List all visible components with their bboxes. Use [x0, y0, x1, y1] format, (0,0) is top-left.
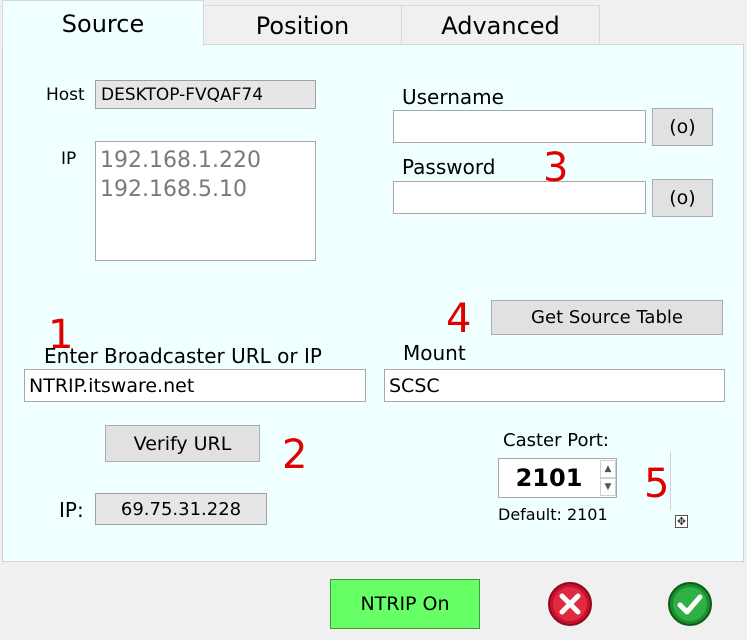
password-reveal-button[interactable]: (o)	[652, 179, 713, 217]
caster-port-value[interactable]: 2101	[499, 459, 599, 497]
cancel-icon[interactable]	[547, 581, 593, 627]
mount-field[interactable]: SCSC	[384, 369, 725, 402]
get-source-table-button[interactable]: Get Source Table	[491, 300, 723, 335]
username-label: Username	[402, 85, 504, 109]
annotation-4: 4	[446, 296, 472, 342]
tab-position[interactable]: Position	[203, 5, 402, 46]
resolved-ip-label: IP:	[59, 498, 84, 522]
verify-url-button[interactable]: Verify URL	[105, 425, 260, 462]
broadcaster-url-field[interactable]: NTRIP.itsware.net	[24, 369, 366, 402]
tab-advanced-label: Advanced	[441, 12, 560, 40]
caster-port-label: Caster Port:	[503, 430, 609, 451]
tab-position-label: Position	[255, 12, 350, 40]
annotation-1: 1	[48, 312, 74, 358]
ip-list[interactable]: 192.168.1.220 192.168.5.10	[95, 141, 316, 261]
ip-list-item[interactable]: 192.168.1.220	[100, 146, 315, 175]
ntrip-on-button[interactable]: NTRIP On	[330, 579, 480, 629]
password-field[interactable]	[393, 181, 646, 214]
caster-port-stepper[interactable]: 2101 ▲ ▼	[498, 458, 617, 498]
username-field[interactable]	[393, 110, 646, 143]
annotation-2: 2	[282, 432, 308, 478]
caster-port-down-icon[interactable]: ▼	[600, 478, 616, 496]
username-reveal-button[interactable]: (o)	[652, 108, 713, 146]
resolved-ip-field: 69.75.31.228	[95, 493, 267, 525]
password-label: Password	[402, 155, 496, 179]
caster-port-up-icon[interactable]: ▲	[600, 460, 616, 478]
tab-source[interactable]: Source	[2, 0, 204, 46]
annotation-3: 3	[543, 145, 569, 191]
ip-label: IP	[61, 149, 77, 169]
tab-advanced[interactable]: Advanced	[401, 5, 600, 46]
broadcaster-url-label: Enter Broadcaster URL or IP	[44, 344, 322, 368]
annotation-5: 5	[644, 461, 670, 507]
host-field: DESKTOP-FVQAF74	[95, 80, 316, 109]
mount-label: Mount	[403, 341, 466, 365]
move-handle-icon[interactable]: ✥	[675, 515, 688, 528]
check-icon[interactable]	[667, 581, 713, 627]
ip-list-item[interactable]: 192.168.5.10	[100, 175, 315, 204]
default-port-text: Default: 2101	[498, 505, 608, 524]
host-label: Host	[46, 85, 85, 105]
tab-source-label: Source	[61, 9, 145, 38]
divider	[670, 452, 671, 510]
